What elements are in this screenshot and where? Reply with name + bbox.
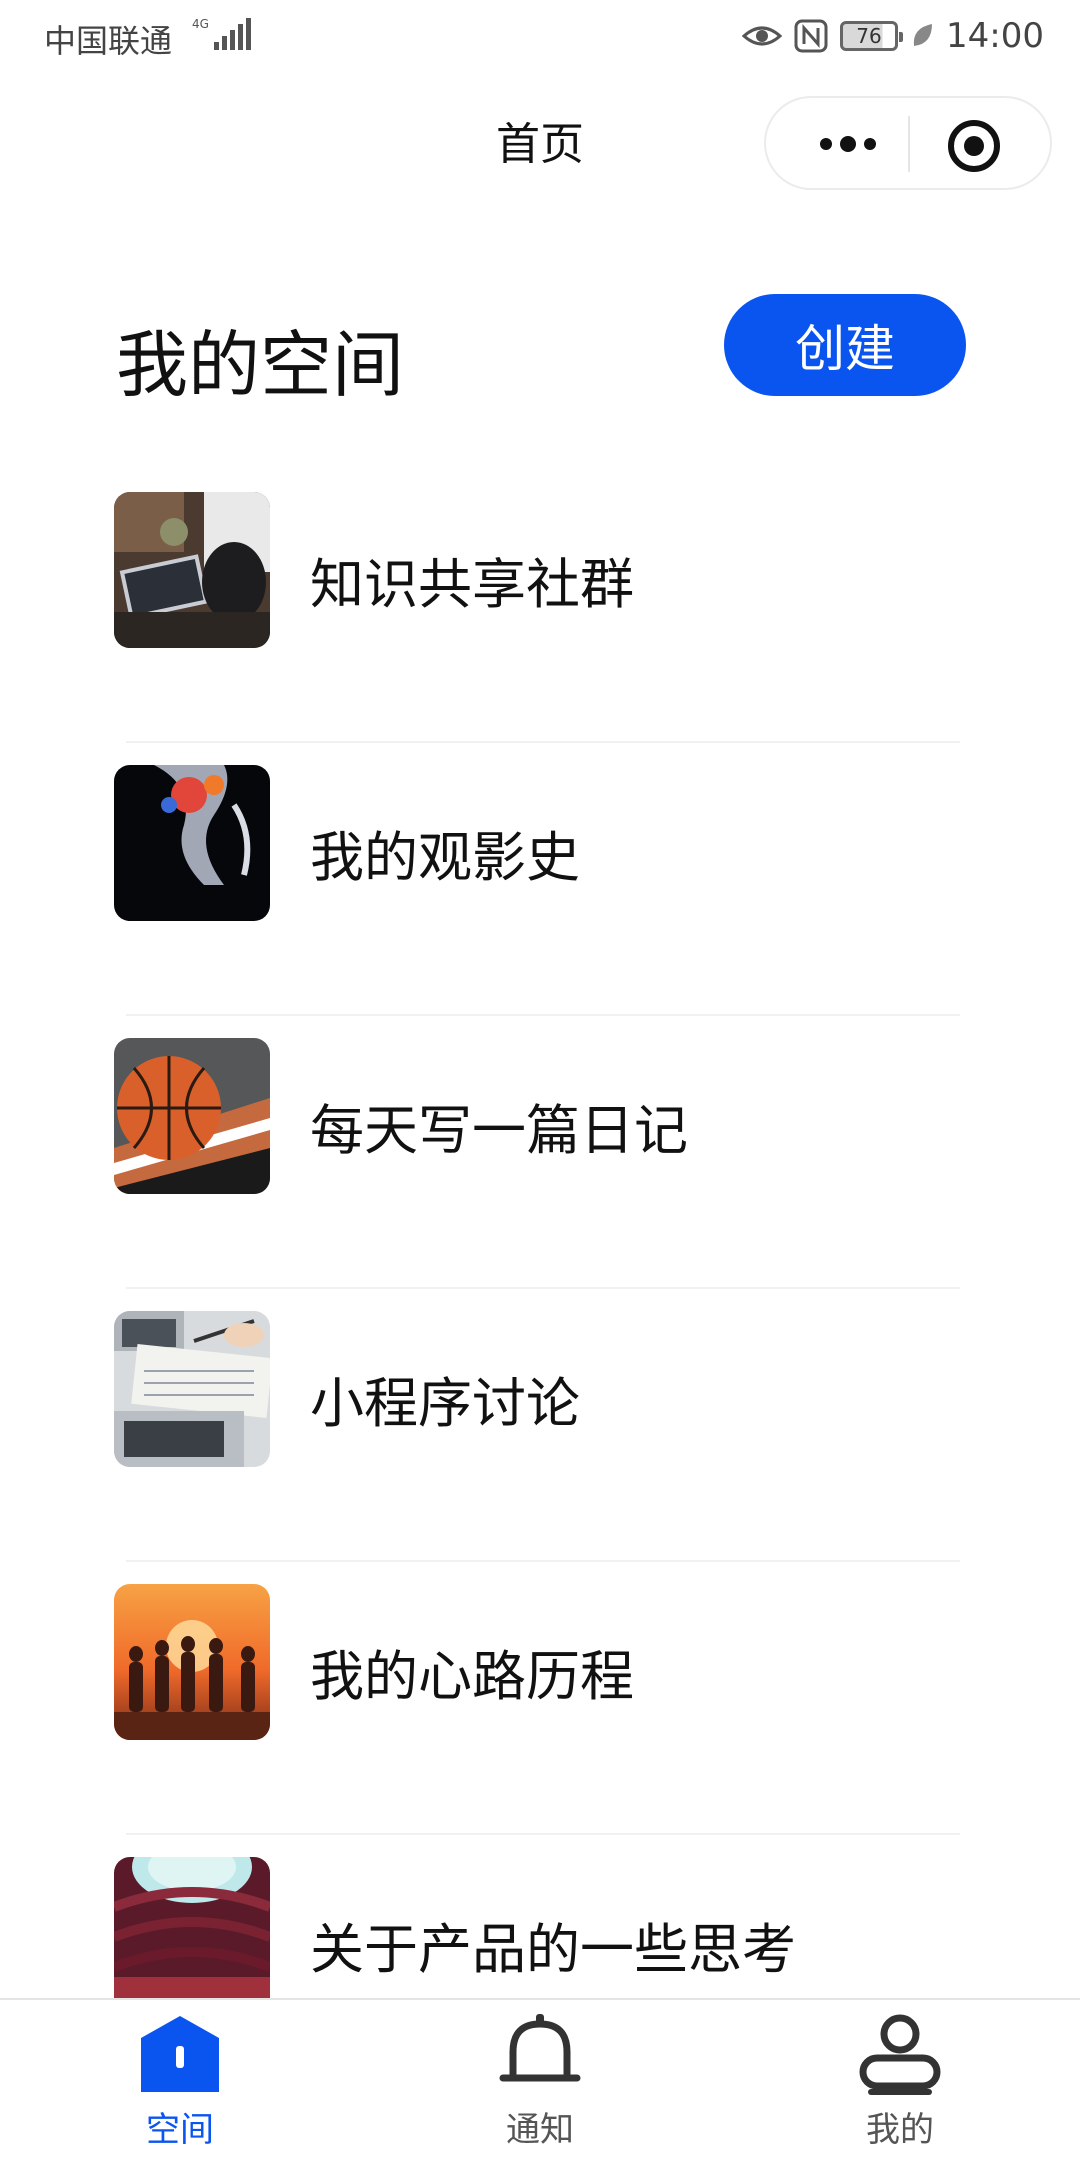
tab-label: 空间: [146, 2110, 214, 2150]
nav-bar: 首页: [0, 72, 1080, 208]
item-title: 我的心路历程: [310, 1645, 634, 1708]
thumbnail: [114, 1311, 270, 1467]
tab-notifications[interactable]: 通知: [440, 2012, 640, 2152]
tab-bar: 空间 通知 我的: [0, 1998, 1080, 2160]
item-title: 我的观影史: [310, 826, 580, 889]
home-icon: [141, 2016, 219, 2092]
leaf-icon: [913, 24, 933, 46]
thumbnail: [114, 765, 270, 921]
status-bar: 中国联通 4G 76 14:00: [0, 0, 1080, 72]
user-icon: [859, 2014, 941, 2095]
architecture-photo: [114, 1857, 270, 2013]
capsule-divider: [908, 116, 910, 172]
menu-capsule: [764, 96, 1052, 190]
item-title: 小程序讨论: [310, 1372, 580, 1435]
tab-profile[interactable]: 我的: [800, 2012, 1000, 2152]
abstract-dark-photo: [114, 765, 270, 921]
space-list: 知识共享社群 我的观影史 每天写一篇日记 小程序讨论 我的心路历程 关于产品的一…: [0, 470, 1080, 2108]
list-item[interactable]: 我的心路历程: [0, 1562, 1080, 1835]
close-miniprogram-button[interactable]: [946, 118, 1002, 174]
tab-label: 通知: [506, 2110, 574, 2150]
screen: 中国联通 4G 76 14:00 首页 我的空间 创建 知识共享社群 我的观影史…: [0, 0, 1080, 2160]
eye-icon: [742, 26, 783, 46]
space-header: 我的空间 创建: [0, 290, 1080, 410]
thumbnail: [114, 1857, 270, 2013]
basketball-photo: [114, 1038, 270, 1194]
create-button[interactable]: 创建: [724, 294, 966, 396]
nfc-icon: [794, 19, 828, 53]
notebook-laptop-photo: [114, 1311, 270, 1467]
network-label: 4G: [192, 17, 209, 31]
list-item[interactable]: 每天写一篇日记: [0, 1016, 1080, 1289]
list-item[interactable]: 知识共享社群: [0, 470, 1080, 743]
item-title: 每天写一篇日记: [310, 1099, 688, 1162]
list-item[interactable]: 我的观影史: [0, 743, 1080, 1016]
thumbnail: [114, 1584, 270, 1740]
battery-icon: 76: [840, 21, 904, 51]
thumbnail: [114, 1038, 270, 1194]
tab-label: 我的: [866, 2110, 934, 2150]
thumbnail: [114, 492, 270, 648]
more-icon: [820, 136, 876, 152]
status-icons: 76 14:00: [742, 12, 1044, 60]
section-title: 我的空间: [116, 323, 405, 407]
item-title: 关于产品的一些思考: [310, 1918, 796, 1981]
bell-icon: [499, 2014, 581, 2082]
signal-icon: 4G: [192, 17, 251, 50]
clock: 14:00: [946, 16, 1044, 56]
sunset-people-photo: [114, 1584, 270, 1740]
more-button[interactable]: [798, 120, 898, 168]
carrier-label: 中国联通: [44, 22, 173, 60]
item-title: 知识共享社群: [310, 553, 634, 616]
tab-space[interactable]: 空间: [80, 2012, 280, 2152]
battery-level: 76: [856, 24, 882, 48]
list-item[interactable]: 小程序讨论: [0, 1289, 1080, 1562]
laptop-workspace-photo: [114, 492, 270, 648]
